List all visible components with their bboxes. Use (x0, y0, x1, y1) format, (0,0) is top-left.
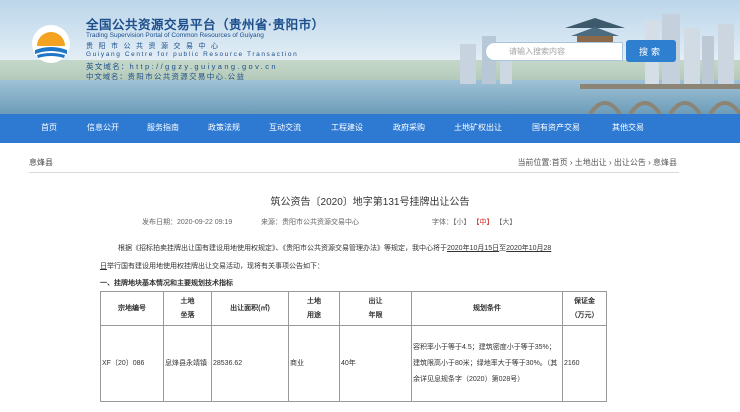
search-input[interactable] (486, 43, 622, 60)
table-header-cell: 宗地编号 (100, 291, 164, 326)
table-header-cell: 规划条件 (411, 291, 563, 326)
table-header-row: 宗地编号 土地 坐落 出让面积(㎡) 土地 用途 出让 年限 规划条件 保证金 （万元） (100, 291, 607, 326)
font-size-controls: 字体：【小】 【中】 【大】 (432, 217, 516, 227)
nav-item-home[interactable]: 首页 (41, 114, 57, 143)
land-info-table: 宗地编号 土地 坐落 出让面积(㎡) 土地 用途 出让 年限 规划条件 保证金 （万元）… (100, 291, 607, 402)
nav-item-other[interactable]: 其他交易 (612, 114, 644, 143)
table-cell-deposit: 2160 (562, 325, 607, 402)
domain-cn: 中文域名：贵阳市公共资源交易中心.公益 (86, 71, 245, 82)
divider (29, 172, 679, 173)
domain-en-value[interactable]: http://ggzy.guiyang.gov.cn (130, 62, 278, 71)
main-nav: 首页 信息公开 服务指南 政策法规 互动交流 工程建设 政府采购 土地矿权出让 … (0, 114, 740, 143)
nav-item-procurement[interactable]: 政府采购 (393, 114, 425, 143)
nav-item-interaction[interactable]: 互动交流 (269, 114, 301, 143)
table-header-cell: 出让面积(㎡) (211, 291, 289, 326)
para2-date: 日 (100, 263, 107, 270)
nav-item-assets[interactable]: 国有资产交易 (532, 114, 580, 143)
logo-icon (32, 25, 70, 63)
para1-date-end: 2020年10月28 (506, 245, 552, 252)
domain-cn-value[interactable]: 贵阳市公共资源交易中心.公益 (128, 72, 246, 81)
search-button[interactable]: 搜索 (626, 40, 676, 62)
font-small-button[interactable]: 【小】 (453, 219, 471, 226)
table-cell-usage: 商业 (288, 325, 340, 402)
font-large-button[interactable]: 【大】 (495, 219, 516, 226)
table-cell-term: 40年 (339, 325, 412, 402)
article-title: 筑公资告〔2020〕地字第131号挂牌出让公告 (270, 197, 470, 208)
domain-en-label: 英文域名： (86, 62, 130, 71)
section-heading: 一、挂牌地块基本情况和主要规划技术指标 (100, 280, 233, 287)
para2-text: 举行国有建设用地使用权挂牌出让交易活动，现将有关事项公告如下： (107, 263, 324, 270)
table-header-cell: 土地 用途 (288, 291, 340, 326)
bridge-icon (580, 84, 740, 114)
site-subtitle: Trading Supervision Portal of Common Res… (86, 32, 264, 39)
nav-item-policy[interactable]: 政策法规 (208, 114, 240, 143)
domain-cn-label: 中文域名： (86, 72, 128, 81)
table-row: XF〔20〕086 息烽县永靖镇 28536.62 商业 40年 容积率小于等于… (100, 325, 607, 402)
font-medium-button[interactable]: 【中】 (472, 219, 493, 226)
nav-item-land[interactable]: 土地矿权出让 (454, 114, 502, 143)
para1-date-start: 2020年10月15日 (447, 245, 500, 252)
site-title: 全国公共资源交易平台（贵州省·贵阳市） (86, 18, 325, 32)
table-header-cell: 土地 坐落 (163, 291, 212, 326)
nav-item-guide[interactable]: 服务指南 (147, 114, 179, 143)
breadcrumb[interactable]: 当前位置:首页 › 土地出让 › 出让公告 › 息烽县 (517, 157, 677, 168)
table-cell-location: 息烽县永靖镇 (163, 325, 212, 402)
nav-item-construction[interactable]: 工程建设 (331, 114, 363, 143)
para1-text: 根据《招标拍卖挂牌出让国有建设用地使用权规定》、《贵阳市公共资源交易管理办法》等… (118, 245, 447, 252)
publish-date: 发布日期：2020-09-22 09:19 (142, 219, 233, 226)
article-paragraph-1: 根据《招标拍卖挂牌出让国有建设用地使用权规定》、《贵阳市公共资源交易管理办法》等… (118, 243, 551, 253)
section-label: 息烽县 (29, 158, 53, 167)
table-header-cell: 出让 年限 (339, 291, 412, 326)
article-paragraph-2: 日举行国有建设用地使用权挂牌出让交易活动，现将有关事项公告如下： (100, 261, 324, 271)
nav-item-info[interactable]: 信息公开 (87, 114, 119, 143)
site-cn-name: 贵阳市公共资源交易中心 (86, 43, 224, 50)
article-source: 来源：贵阳市公共资源交易中心 (261, 219, 359, 226)
table-cell-planning: 容积率小于等于4.5；建筑密度小于等于35%；建筑限高小于80米；绿地率大于等于… (411, 325, 563, 402)
table-header-cell: 保证金 （万元） (562, 291, 607, 326)
table-cell-area: 28536.62 (211, 325, 289, 402)
site-header: 全国公共资源交易平台（贵州省·贵阳市） Trading Supervision … (0, 0, 740, 114)
table-cell-parcel-id: XF〔20〕086 (100, 325, 164, 402)
pavilion-icon (565, 18, 625, 44)
font-size-label: 字体： (432, 219, 453, 226)
site-en-name: Guiyang Centre for public Resource Trans… (86, 51, 299, 58)
search-box (485, 42, 623, 61)
